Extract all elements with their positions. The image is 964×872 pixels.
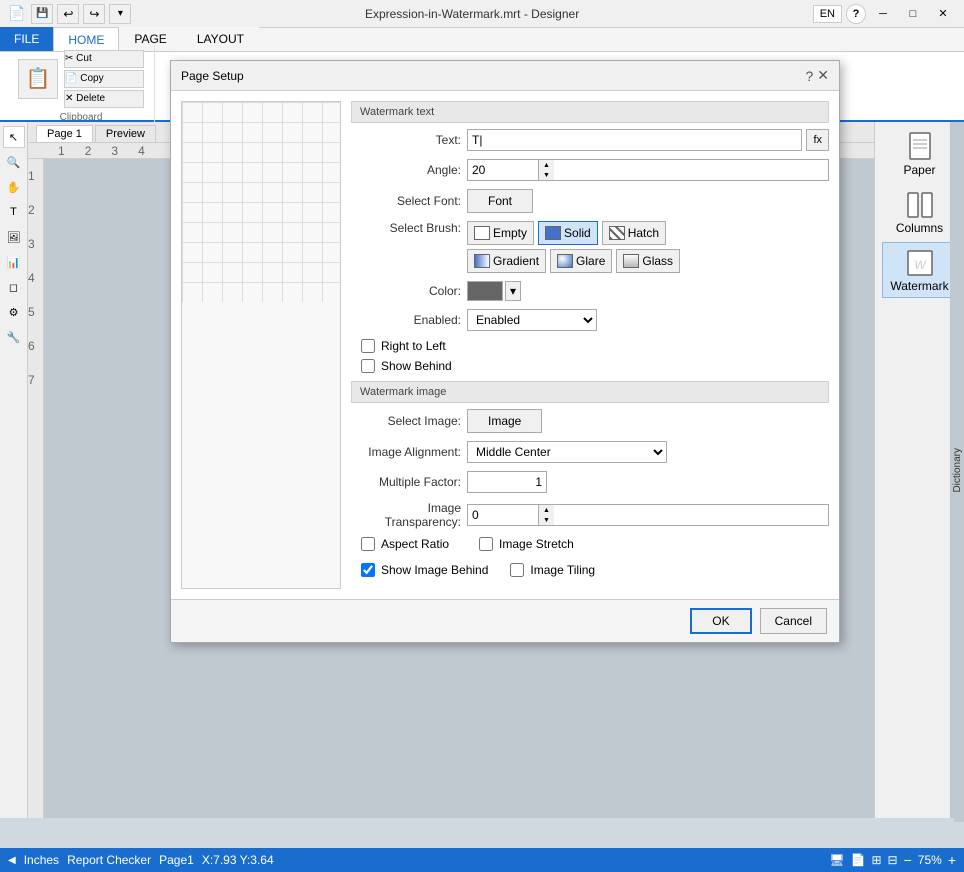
image-alignment-select[interactable]: Middle Center Top Left Top Center Middle… [467,441,667,463]
text-input[interactable] [467,129,802,151]
fx-button[interactable]: fx [806,129,829,151]
color-dropdown-button[interactable]: ▾ [505,281,521,301]
brush-glass-button[interactable]: Glass [616,249,680,273]
dialog-title: Page Setup [181,69,244,83]
angle-input[interactable] [468,160,538,180]
show-behind-checkbox[interactable] [361,359,375,373]
right-to-left-label: Right to Left [381,339,446,353]
aspect-ratio-label: Aspect Ratio [381,537,449,551]
brush-solid-label: Solid [564,226,591,240]
dialog-close-button[interactable]: ✕ [817,67,829,84]
brush-gradient-button[interactable]: Gradient [467,249,546,273]
aspect-ratio-checkbox[interactable] [361,537,375,551]
brush-glass-icon [623,254,639,268]
brush-glare-icon [557,254,573,268]
brush-gradient-icon [474,254,490,268]
show-image-behind-checkbox[interactable] [361,563,375,577]
image-alignment-label: Image Alignment: [351,445,461,459]
image-tiling-checkbox[interactable] [510,563,524,577]
font-button[interactable]: Font [467,189,533,213]
angle-up-button[interactable]: ▲ [538,160,554,170]
brush-empty-icon [474,226,490,240]
transparency-spinner[interactable]: ▲ ▼ [467,504,829,526]
brush-glass-label: Glass [642,254,673,268]
dialog-help-button[interactable]: ? [805,67,813,84]
multiple-factor-label: Multiple Factor: [351,475,461,489]
image-stretch-label: Image Stretch [499,537,574,551]
transparency-down-button[interactable]: ▼ [538,515,554,525]
right-to-left-checkbox[interactable] [361,339,375,353]
brush-empty-label: Empty [493,226,527,240]
text-label: Text: [351,133,461,147]
angle-down-button[interactable]: ▼ [538,170,554,180]
watermark-image-section: Watermark image [351,381,829,403]
select-font-label: Select Font: [351,194,461,208]
brush-glare-label: Glare [576,254,605,268]
color-picker[interactable] [467,281,503,301]
show-behind-label: Show Behind [381,359,452,373]
select-image-label: Select Image: [351,414,461,428]
transparency-input[interactable] [468,505,538,525]
image-transparency-label: Image Transparency: [351,501,461,529]
watermark-text-section: Watermark text [351,101,829,123]
brush-empty-button[interactable]: Empty [467,221,534,245]
image-stretch-checkbox[interactable] [479,537,493,551]
brush-hatch-icon [609,226,625,240]
brush-solid-button[interactable]: Solid [538,221,598,245]
brush-solid-icon [545,226,561,240]
enabled-label: Enabled: [351,313,461,327]
select-brush-label: Select Brush: [351,221,461,235]
ok-button[interactable]: OK [690,608,751,634]
brush-hatch-button[interactable]: Hatch [602,221,666,245]
angle-spinner[interactable]: ▲ ▼ [467,159,829,181]
brush-hatch-label: Hatch [628,226,659,240]
dialog-overlay: Page Setup ? ✕ Watermark text Text: [0,0,964,872]
page-setup-dialog: Page Setup ? ✕ Watermark text Text: [170,60,840,643]
color-label: Color: [351,284,461,298]
image-tiling-label: Image Tiling [530,563,595,577]
transparency-up-button[interactable]: ▲ [538,505,554,515]
dialog-preview [181,101,341,589]
angle-label: Angle: [351,163,461,177]
cancel-button[interactable]: Cancel [760,608,827,634]
brush-gradient-label: Gradient [493,254,539,268]
show-image-behind-label: Show Image Behind [381,563,488,577]
brush-glare-button[interactable]: Glare [550,249,612,273]
enabled-select[interactable]: Enabled Disabled [467,309,597,331]
multiple-factor-input[interactable] [467,471,547,493]
image-button[interactable]: Image [467,409,542,433]
